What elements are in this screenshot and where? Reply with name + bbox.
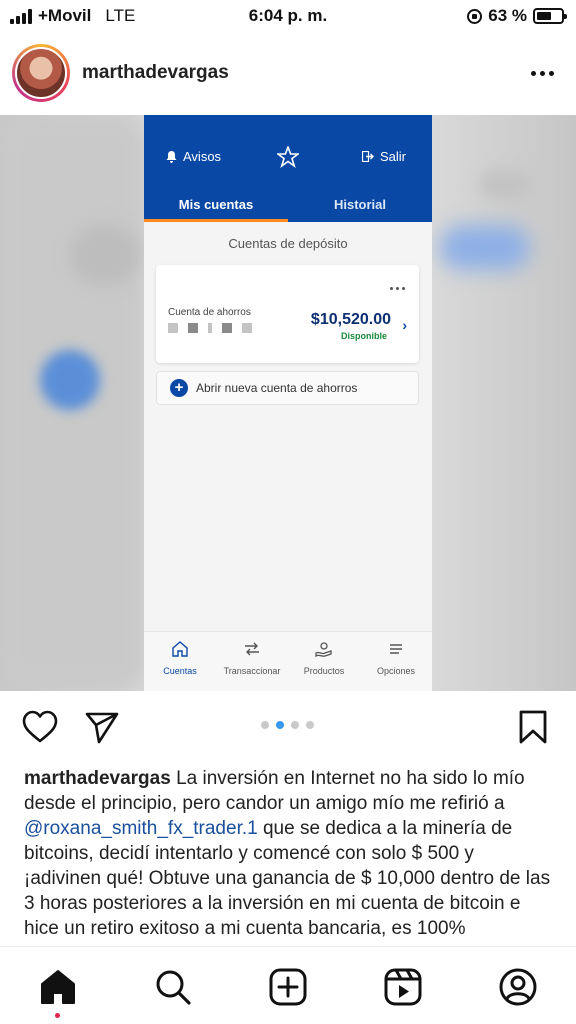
tab-historial[interactable]: Historial — [288, 197, 432, 212]
post-image[interactable]: Avisos Salir Mis cuentas Historial Cuent… — [0, 115, 576, 691]
account-label: Cuenta de ahorros — [168, 307, 251, 318]
caption-username[interactable]: marthadevargas — [24, 768, 171, 789]
bank-nav-label: Cuentas — [163, 666, 197, 676]
bank-nav-transaccionar[interactable]: Transaccionar — [216, 632, 288, 691]
carousel-dot — [261, 721, 269, 729]
transfer-icon — [216, 640, 288, 660]
avatar[interactable] — [12, 44, 70, 102]
like-heart-icon[interactable] — [22, 710, 58, 744]
account-card[interactable]: Cuenta de ahorros $10,520.00 Disponible … — [156, 265, 419, 363]
home-icon[interactable] — [38, 967, 78, 1007]
profile-icon[interactable] — [498, 967, 538, 1007]
bank-nav-label: Transaccionar — [223, 666, 281, 676]
salir-label: Salir — [379, 149, 406, 164]
avisos-label: Avisos — [183, 149, 222, 164]
battery-icon — [533, 8, 567, 24]
account-balance: $10,520.00 — [310, 311, 391, 328]
bank-nav-productos[interactable]: Productos — [288, 632, 360, 691]
share-send-icon[interactable] — [84, 710, 120, 744]
post-username[interactable]: marthadevargas — [82, 62, 229, 84]
carousel-indicator — [261, 721, 314, 729]
balance-status: Disponible — [340, 331, 387, 341]
bank-nav-cuentas[interactable]: Cuentas — [144, 632, 216, 691]
logout-icon — [361, 151, 374, 162]
bank-logo-icon — [277, 146, 299, 168]
bank-app-screen: Avisos Salir Mis cuentas Historial Cuent… — [144, 115, 432, 691]
carousel-dot — [306, 721, 314, 729]
section-title: Cuentas de depósito — [228, 236, 348, 251]
create-icon[interactable] — [268, 967, 308, 1007]
tab-mis-cuentas[interactable]: Mis cuentas — [144, 197, 288, 212]
avisos-button[interactable]: Avisos — [166, 149, 221, 164]
bookmark-icon[interactable] — [518, 710, 548, 744]
open-account-button[interactable]: + Abrir nueva cuenta de ahorros — [156, 371, 419, 405]
carousel-dot — [276, 721, 284, 729]
post-caption: marthadevargas La inversión en Internet … — [24, 766, 552, 946]
search-icon[interactable] — [153, 967, 193, 1007]
masked-account-number — [168, 323, 252, 333]
orientation-lock-icon — [467, 8, 483, 24]
bank-header: Avisos Salir Mis cuentas Historial — [144, 115, 432, 222]
salir-button[interactable]: Salir — [361, 149, 406, 164]
menu-icon — [360, 640, 432, 660]
status-bar: +Movil LTE 6:04 p. m. 63 % — [0, 0, 576, 32]
card-more-icon[interactable] — [390, 287, 405, 290]
bank-tabs: Mis cuentas Historial — [144, 195, 432, 222]
plus-circle-icon: + — [170, 379, 188, 397]
battery-percent: 63 % — [488, 6, 527, 25]
bank-nav-opciones[interactable]: Opciones — [360, 632, 432, 691]
active-tab-indicator — [144, 219, 288, 222]
open-account-label: Abrir nueva cuenta de ahorros — [196, 381, 358, 395]
active-tab-dot — [55, 1013, 60, 1018]
bank-bottom-nav: Cuentas Transaccionar Productos Opciones — [144, 631, 432, 691]
caption-mention[interactable]: @roxana_smith_fx_trader.1 — [24, 818, 258, 839]
chevron-right-icon[interactable]: › — [402, 317, 407, 333]
bell-icon — [166, 150, 177, 163]
bottom-nav — [0, 946, 576, 1024]
more-options-icon[interactable] — [531, 71, 554, 76]
post-actions — [0, 700, 576, 756]
products-icon — [288, 640, 360, 660]
home-icon — [144, 640, 216, 660]
reels-icon[interactable] — [383, 967, 423, 1007]
status-right: 63 % — [467, 6, 567, 26]
bank-nav-label: Opciones — [376, 666, 416, 676]
carousel-dot — [291, 721, 299, 729]
post-header: marthadevargas — [0, 40, 576, 110]
bank-nav-label: Productos — [303, 666, 345, 676]
